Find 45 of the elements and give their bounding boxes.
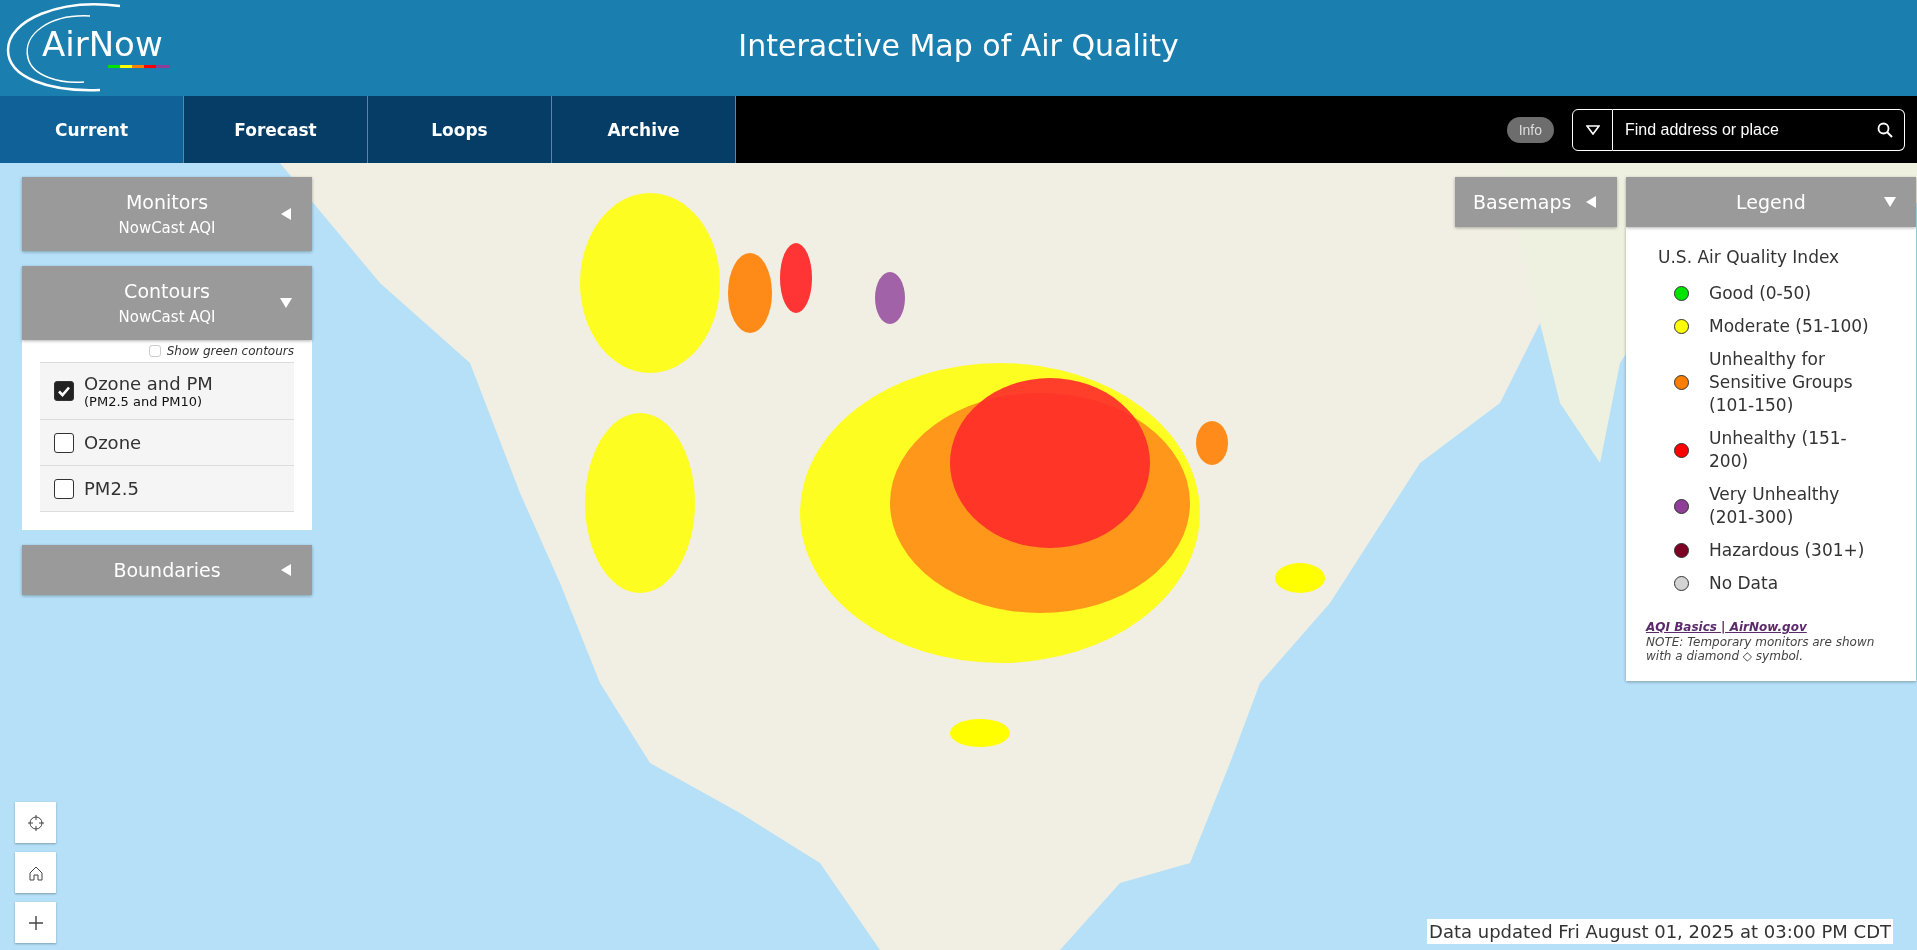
checkbox[interactable] <box>54 432 74 453</box>
panel-title: Legend <box>1735 191 1807 213</box>
logo-text[interactable]: AirNow <box>42 24 163 64</box>
layer-option[interactable]: Ozone and PM (PM2.5 and PM10) <box>40 362 294 419</box>
layer-option[interactable]: Ozone <box>40 419 294 465</box>
home-button[interactable] <box>15 852 56 893</box>
option-label: Ozone and PM <box>84 373 213 394</box>
checkbox[interactable] <box>54 381 74 401</box>
triangle-icon <box>1585 124 1600 135</box>
legend-label: Very Unhealthy (201-300) <box>1709 483 1841 529</box>
legend-label: Good (0-50) <box>1709 282 1813 305</box>
layer-option[interactable]: PM2.5 <box>40 465 294 512</box>
panel-subtitle: NowCast AQI <box>117 308 217 326</box>
search-field[interactable]: Find address or place <box>1613 108 1905 151</box>
locate-button[interactable] <box>15 802 56 843</box>
panel-title: Boundaries <box>112 559 222 581</box>
legend-label: Unhealthy for Sensitive Groups (101-150) <box>1709 348 1854 417</box>
option-sublabel: (PM2.5 and PM10) <box>84 394 204 409</box>
plus-icon <box>26 913 45 932</box>
panel-title: Basemaps <box>1473 191 1573 213</box>
dropdown-button[interactable] <box>1572 108 1613 151</box>
option-label: PM2.5 <box>84 478 139 499</box>
checkbox-label: Show green contours <box>166 344 294 358</box>
nav-tab[interactable]: Current <box>0 96 184 163</box>
panel-title: Contours <box>123 280 211 302</box>
panel-title: Monitors <box>124 191 210 213</box>
nav-tab[interactable]: Loops <box>368 96 552 163</box>
search-icon[interactable] <box>1877 121 1893 138</box>
legend-label: Unhealthy (151-200) <box>1709 427 1848 473</box>
legend-label: Moderate (51-100) <box>1709 315 1869 338</box>
legend-label: Hazardous (301+) <box>1709 539 1866 562</box>
zoom-in-button[interactable] <box>15 902 56 943</box>
panel-subtitle: NowCast AQI <box>117 219 217 237</box>
legend-heading: U.S. Air Quality Index <box>1658 247 1841 267</box>
legend-note: NOTE: Temporary monitors are shown with a diamond ◇ symbol. <box>1646 635 1876 663</box>
page-title: Interactive Map of Air Quality <box>738 28 1179 63</box>
nav-tab[interactable]: Forecast <box>184 96 368 163</box>
info-button[interactable]: Info <box>1506 116 1554 143</box>
option-label: Ozone <box>84 432 142 453</box>
nav-tab[interactable]: Archive <box>552 96 736 163</box>
data-updated-label: Data updated Fri August 01, 2025 at 03:00 PM CDT <box>1427 919 1893 944</box>
legend-label: No Data <box>1709 572 1780 595</box>
crosshair-icon <box>26 813 45 832</box>
checkbox[interactable] <box>54 478 74 499</box>
aqi-basics-link[interactable]: AQI Basics | AirNow.gov <box>1646 620 1807 634</box>
